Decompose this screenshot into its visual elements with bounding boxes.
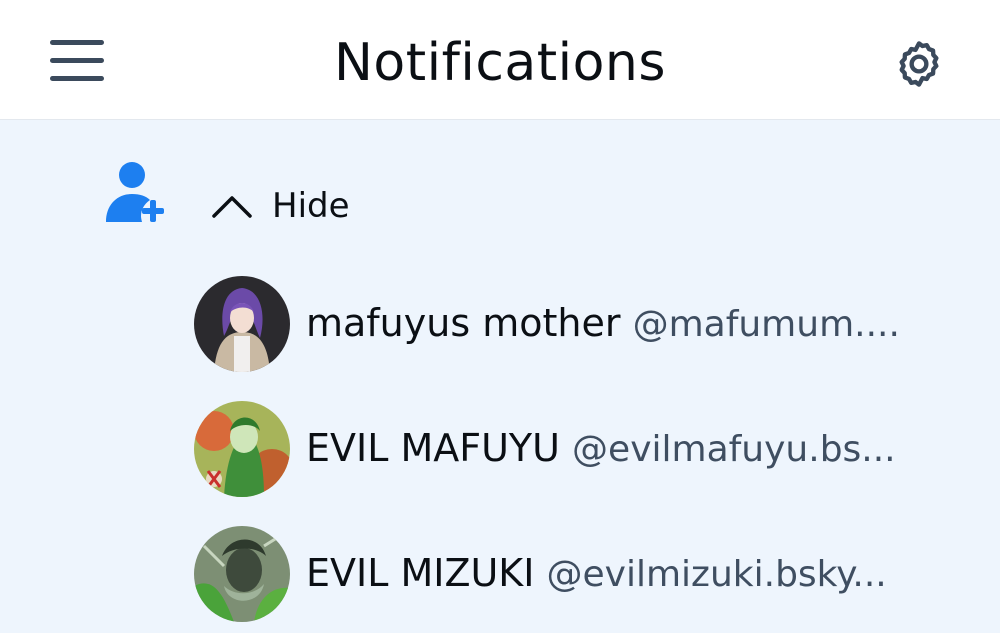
gear-icon[interactable] <box>893 38 945 90</box>
handle: @evilmafuyu.bs... <box>572 429 896 470</box>
handle: @mafumum.... <box>632 304 900 345</box>
display-name: EVIL MIZUKI <box>306 551 535 595</box>
handle: @evilmizuki.bsky... <box>546 554 887 595</box>
avatar[interactable] <box>194 401 290 497</box>
display-name: EVIL MAFUYU <box>306 426 560 470</box>
person-plus-icon <box>104 160 168 226</box>
avatar[interactable] <box>194 276 290 372</box>
hide-toggle-button[interactable]: Hide <box>210 180 350 232</box>
follower-name-line: mafuyus mother @mafumum.... <box>306 299 900 349</box>
follower-name-line: EVIL MAFUYU @evilmafuyu.bs... <box>306 424 896 474</box>
hide-label: Hide <box>272 186 350 226</box>
follower-row[interactable]: mafuyus mother @mafumum.... <box>194 275 984 373</box>
top-bar: Notifications <box>0 0 1000 120</box>
follower-row[interactable]: EVIL MIZUKI @evilmizuki.bsky... <box>194 525 984 623</box>
page-title: Notifications <box>334 33 666 93</box>
avatar[interactable] <box>194 526 290 622</box>
follower-row[interactable]: EVIL MAFUYU @evilmafuyu.bs... <box>194 400 984 498</box>
display-name: mafuyus mother <box>306 301 621 345</box>
follower-name-line: EVIL MIZUKI @evilmizuki.bsky... <box>306 549 887 599</box>
chevron-up-icon <box>212 196 252 218</box>
